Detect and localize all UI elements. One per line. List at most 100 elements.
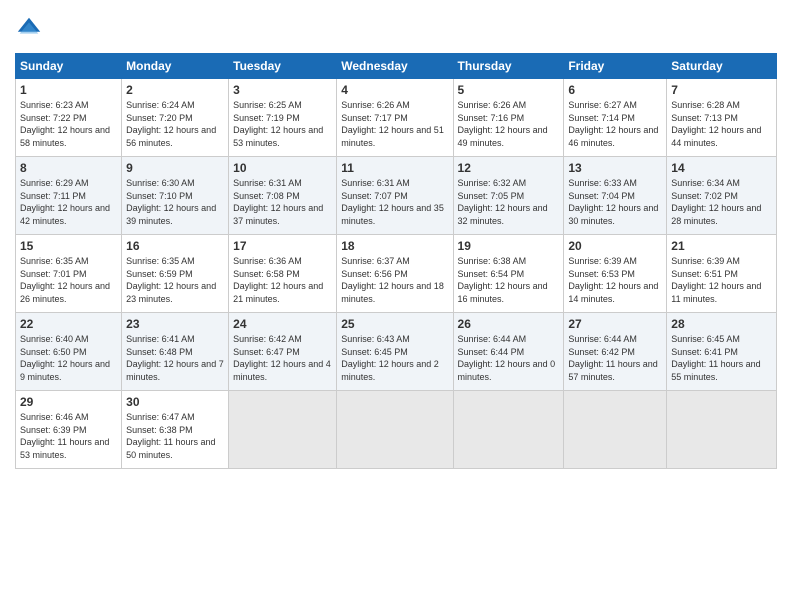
day-number: 27 [568,317,662,331]
day-number: 17 [233,239,332,253]
day-info: Sunrise: 6:40 AMSunset: 6:50 PMDaylight:… [20,333,117,383]
day-cell: 13 Sunrise: 6:33 AMSunset: 7:04 PMDayligh… [564,157,667,235]
weekday-header-row: SundayMondayTuesdayWednesdayThursdayFrid… [16,54,777,79]
day-number: 6 [568,83,662,97]
day-info: Sunrise: 6:29 AMSunset: 7:11 PMDaylight:… [20,177,117,227]
day-cell [337,391,453,469]
day-info: Sunrise: 6:42 AMSunset: 6:47 PMDaylight:… [233,333,332,383]
day-info: Sunrise: 6:35 AMSunset: 6:59 PMDaylight:… [126,255,224,305]
weekday-header-tuesday: Tuesday [229,54,337,79]
day-cell: 18Sunrise: 6:37 AMSunset: 6:56 PMDayligh… [337,235,453,313]
day-number: 3 [233,83,332,97]
day-cell: 7 Sunrise: 6:28 AMSunset: 7:13 PMDaylight… [667,79,777,157]
day-number: 28 [671,317,772,331]
day-info: Sunrise: 6:26 AMSunset: 7:16 PMDaylight:… [458,99,560,149]
day-number: 14 [671,161,772,175]
day-cell: 23Sunrise: 6:41 AMSunset: 6:48 PMDayligh… [122,313,229,391]
day-cell: 16 Sunrise: 6:35 AMSunset: 6:59 PMDayligh… [122,235,229,313]
weekday-header-thursday: Thursday [453,54,564,79]
day-cell [453,391,564,469]
day-number: 15 [20,239,117,253]
logo-icon [15,15,43,43]
day-cell: 15 Sunrise: 6:35 AMSunset: 7:01 PMDayligh… [16,235,122,313]
day-cell: 8 Sunrise: 6:29 AMSunset: 7:11 PMDaylight… [16,157,122,235]
day-info: Sunrise: 6:30 AMSunset: 7:10 PMDaylight:… [126,177,224,227]
day-info: Sunrise: 6:39 AMSunset: 6:53 PMDaylight:… [568,255,662,305]
day-cell: 6 Sunrise: 6:27 AMSunset: 7:14 PMDaylight… [564,79,667,157]
day-cell: 4 Sunrise: 6:26 AMSunset: 7:17 PMDaylight… [337,79,453,157]
calendar-table: SundayMondayTuesdayWednesdayThursdayFrid… [15,53,777,469]
day-number: 8 [20,161,117,175]
day-number: 26 [458,317,560,331]
day-info: Sunrise: 6:36 AMSunset: 6:58 PMDaylight:… [233,255,332,305]
day-info: Sunrise: 6:26 AMSunset: 7:17 PMDaylight:… [341,99,448,149]
weekday-header-friday: Friday [564,54,667,79]
day-number: 4 [341,83,448,97]
day-number: 9 [126,161,224,175]
day-info: Sunrise: 6:35 AMSunset: 7:01 PMDaylight:… [20,255,117,305]
day-number: 18 [341,239,448,253]
day-number: 16 [126,239,224,253]
day-cell: 19 Sunrise: 6:38 AMSunset: 6:54 PMDayligh… [453,235,564,313]
day-cell: 21 Sunrise: 6:39 AMSunset: 6:51 PMDayligh… [667,235,777,313]
day-number: 13 [568,161,662,175]
day-number: 1 [20,83,117,97]
day-cell: 14 Sunrise: 6:34 AMSunset: 7:02 PMDayligh… [667,157,777,235]
day-cell: 20Sunrise: 6:39 AMSunset: 6:53 PMDayligh… [564,235,667,313]
day-info: Sunrise: 6:34 AMSunset: 7:02 PMDaylight:… [671,177,772,227]
day-cell: 2Sunrise: 6:24 AMSunset: 7:20 PMDaylight… [122,79,229,157]
week-row-3: 22 Sunrise: 6:40 AMSunset: 6:50 PMDayligh… [16,313,777,391]
day-cell: 29 Sunrise: 6:46 AMSunset: 6:39 PMDayligh… [16,391,122,469]
day-cell: 26 Sunrise: 6:44 AMSunset: 6:44 PMDayligh… [453,313,564,391]
day-cell: 22 Sunrise: 6:40 AMSunset: 6:50 PMDayligh… [16,313,122,391]
day-cell: 24 Sunrise: 6:42 AMSunset: 6:47 PMDayligh… [229,313,337,391]
day-info: Sunrise: 6:44 AMSunset: 6:42 PMDaylight:… [568,333,662,383]
day-cell: 5 Sunrise: 6:26 AMSunset: 7:16 PMDaylight… [453,79,564,157]
day-number: 21 [671,239,772,253]
day-info: Sunrise: 6:31 AMSunset: 7:08 PMDaylight:… [233,177,332,227]
day-cell: 17 Sunrise: 6:36 AMSunset: 6:58 PMDayligh… [229,235,337,313]
day-info: Sunrise: 6:24 AMSunset: 7:20 PMDaylight:… [126,99,224,149]
day-number: 22 [20,317,117,331]
weekday-header-sunday: Sunday [16,54,122,79]
weekday-header-wednesday: Wednesday [337,54,453,79]
day-info: Sunrise: 6:47 AMSunset: 6:38 PMDaylight:… [126,411,224,461]
week-row-1: 8 Sunrise: 6:29 AMSunset: 7:11 PMDaylight… [16,157,777,235]
day-cell: 30 Sunrise: 6:47 AMSunset: 6:38 PMDayligh… [122,391,229,469]
day-cell [564,391,667,469]
logo [15,15,47,43]
day-cell: 11 Sunrise: 6:31 AMSunset: 7:07 PMDayligh… [337,157,453,235]
day-number: 7 [671,83,772,97]
header [15,15,777,43]
weekday-header-saturday: Saturday [667,54,777,79]
day-number: 23 [126,317,224,331]
day-cell [229,391,337,469]
day-info: Sunrise: 6:28 AMSunset: 7:13 PMDaylight:… [671,99,772,149]
day-number: 11 [341,161,448,175]
page: SundayMondayTuesdayWednesdayThursdayFrid… [0,0,792,612]
day-info: Sunrise: 6:44 AMSunset: 6:44 PMDaylight:… [458,333,560,383]
day-number: 24 [233,317,332,331]
day-info: Sunrise: 6:38 AMSunset: 6:54 PMDaylight:… [458,255,560,305]
day-number: 12 [458,161,560,175]
day-info: Sunrise: 6:31 AMSunset: 7:07 PMDaylight:… [341,177,448,227]
weekday-header-monday: Monday [122,54,229,79]
day-cell: 28 Sunrise: 6:45 AMSunset: 6:41 PMDayligh… [667,313,777,391]
day-info: Sunrise: 6:39 AMSunset: 6:51 PMDaylight:… [671,255,772,305]
day-number: 30 [126,395,224,409]
day-cell: 12Sunrise: 6:32 AMSunset: 7:05 PMDayligh… [453,157,564,235]
day-info: Sunrise: 6:46 AMSunset: 6:39 PMDaylight:… [20,411,117,461]
day-info: Sunrise: 6:25 AMSunset: 7:19 PMDaylight:… [233,99,332,149]
day-cell [667,391,777,469]
day-info: Sunrise: 6:27 AMSunset: 7:14 PMDaylight:… [568,99,662,149]
day-info: Sunrise: 6:45 AMSunset: 6:41 PMDaylight:… [671,333,772,383]
day-number: 25 [341,317,448,331]
day-number: 29 [20,395,117,409]
day-number: 19 [458,239,560,253]
day-number: 5 [458,83,560,97]
day-cell: 1Sunrise: 6:23 AMSunset: 7:22 PMDaylight… [16,79,122,157]
day-info: Sunrise: 6:43 AMSunset: 6:45 PMDaylight:… [341,333,448,383]
week-row-2: 15 Sunrise: 6:35 AMSunset: 7:01 PMDayligh… [16,235,777,313]
day-cell: 25 Sunrise: 6:43 AMSunset: 6:45 PMDayligh… [337,313,453,391]
day-info: Sunrise: 6:33 AMSunset: 7:04 PMDaylight:… [568,177,662,227]
